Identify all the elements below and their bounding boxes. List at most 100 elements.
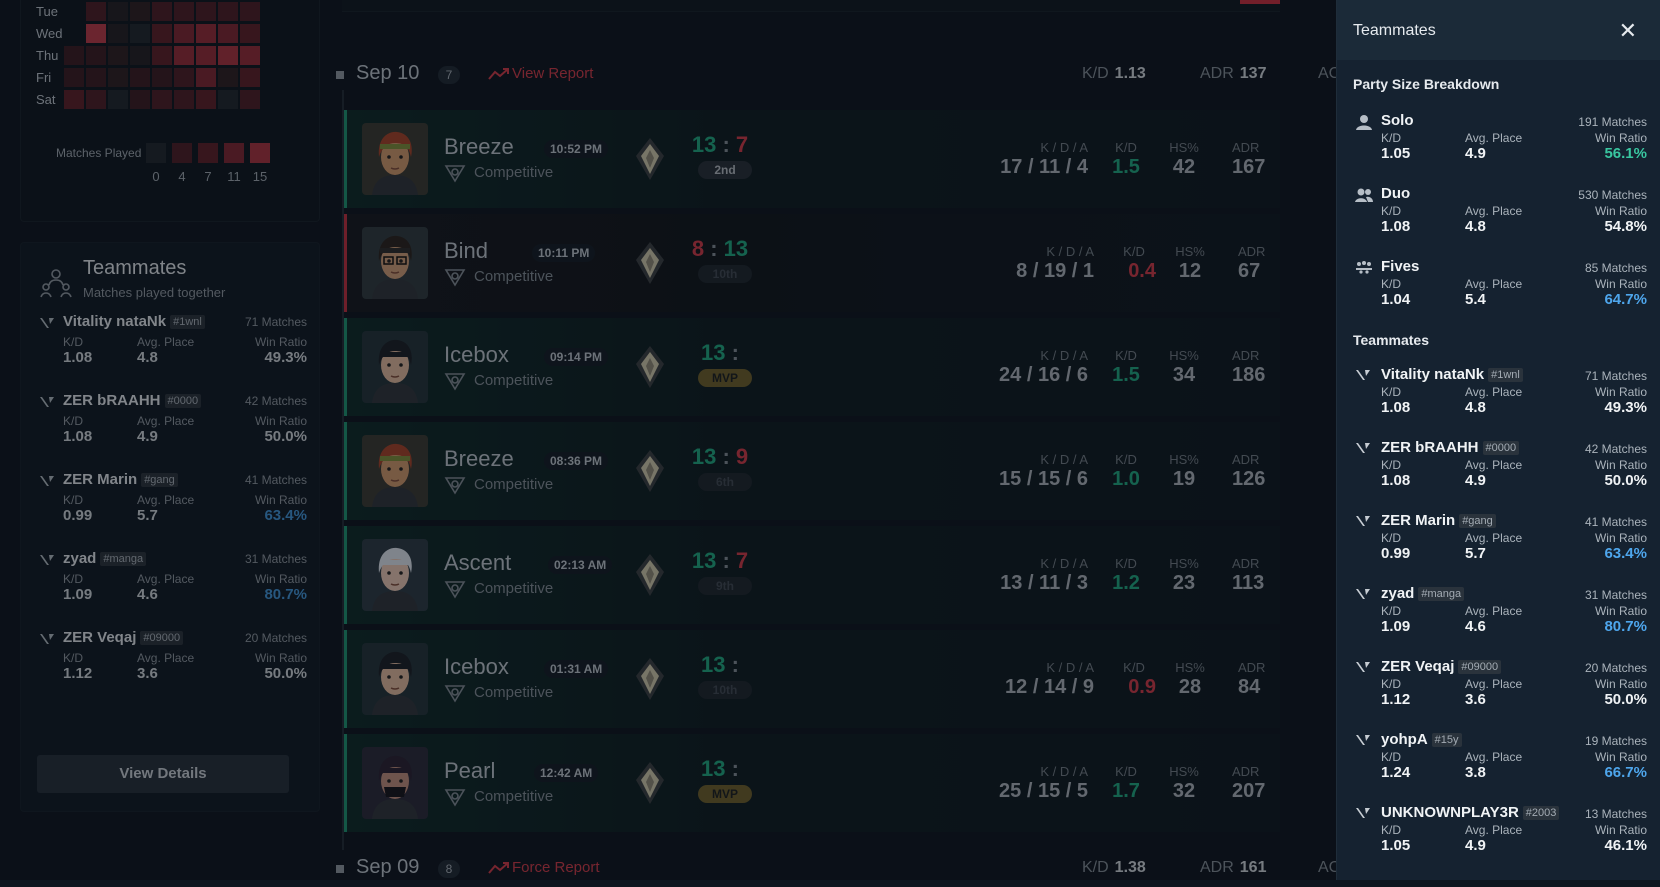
kd-label: K/D [1115,348,1137,363]
party-row-solo[interactable]: Solo 191 Matches K/D 1.05 Avg. Place 4.9 Win R… [1337,110,1660,180]
heatmap-cell[interactable] [86,24,106,43]
heatmap-cell[interactable] [130,90,150,109]
row-name[interactable]: Fives [1381,258,1419,275]
heatmap-cell[interactable] [152,46,172,65]
row-name[interactable]: ZER Veqaj #09000 [1381,658,1502,675]
heatmap-cell[interactable] [64,68,84,87]
heatmap-cell[interactable] [86,68,106,87]
heatmap-cell[interactable] [130,2,150,21]
heatmap-cell[interactable] [108,24,128,43]
kd-value: 1.12 [63,665,93,682]
teammate-row[interactable]: ZER Marin #gang 41 Matches K/D 0.99 Avg. Plac… [21,469,321,547]
teammate-row[interactable]: zyad #manga 31 Matches K/D 1.09 Avg. Place 4.6… [21,548,321,626]
heatmap-cell[interactable] [174,90,194,109]
heatmap-cell[interactable] [86,46,106,65]
heatmap-cell[interactable] [64,90,84,109]
match-card[interactable]: Icebox01:31 AMCompetitive13 : 1110thK / … [344,630,1280,728]
row-name[interactable]: ZER Marin #gang [1381,512,1496,529]
report-link[interactable]: Force Report [512,859,600,876]
adr-value: 186 [1232,364,1266,386]
heatmap-cell[interactable] [108,90,128,109]
match-card[interactable]: Breeze 10:52 PM Competitive 13 : 7 2nd K / D … [344,110,1280,208]
teammate-name[interactable]: ZER bRAAHH #0000 [63,392,202,409]
row-name-text: yohpA [1381,731,1428,748]
panel-teammate-row[interactable]: zyad #manga 31 Matches K/D 1.09 Avg. Place 4.6… [1337,583,1660,653]
heatmap-cell[interactable] [196,68,216,87]
heatmap-cell[interactable] [240,46,260,65]
heatmap-cell[interactable] [218,24,238,43]
heatmap-cell[interactable] [86,90,106,109]
teammate-name[interactable]: ZER Marin #gang [63,471,178,488]
win-ratio-value: 46.1% [1604,837,1647,854]
heatmap-cell[interactable] [152,2,172,21]
party-row-duo[interactable]: Duo 530 Matches K/D 1.08 Avg. Place 4.8 Win Ra… [1337,183,1660,253]
heatmap-cell[interactable] [130,68,150,87]
party-row-fives[interactable]: Fives 85 Matches K/D 1.04 Avg. Place 5.4 Win R… [1337,256,1660,326]
match-card[interactable]: Bind 10:11 PM Competitive 8 : 13 10th K / D /… [344,214,1280,312]
competitive-icon [444,787,466,807]
heatmap-cell[interactable] [130,46,150,65]
row-name[interactable]: Solo [1381,112,1414,129]
teammate-row[interactable]: ZER bRAAHH #0000 42 Matches K/D 1.08 Avg. Pla… [21,390,321,468]
view-details-button[interactable]: View Details [37,755,289,793]
match-card[interactable]: Icebox09:14 PMCompetitive13 : 11MVPK / D… [344,318,1280,416]
heatmap-cell[interactable] [152,90,172,109]
teammate-row[interactable]: Vitality nataNk #1wnl 71 Matches K/D 1.08 Avg… [21,311,321,389]
match-card[interactable]: Breeze 08:36 PM Competitive 13 : 9 6th K / D … [344,422,1280,520]
hs-value: 28 [1178,676,1202,698]
heatmap-cell[interactable] [174,68,194,87]
heatmap-cell[interactable] [108,46,128,65]
teammate-row[interactable]: ZER Veqaj #09000 20 Matches K/D 1.12 Avg. Pla… [21,627,321,705]
avg-place-value: 4.8 [137,349,158,366]
heatmap-cell[interactable] [130,24,150,43]
teammate-name[interactable]: zyad #manga [63,550,147,567]
heatmap-cell[interactable] [240,24,260,43]
panel-teammate-row[interactable]: UNKNOWNPLAY3R #2003 13 Matches K/D 1.05 Avg. … [1337,802,1660,872]
competitive-icon [444,683,466,703]
heatmap-cell[interactable] [218,46,238,65]
row-tag: #1wnl [1488,368,1523,382]
close-icon[interactable]: ✕ [1619,20,1637,42]
row-name[interactable]: zyad #manga [1381,585,1465,602]
heatmap-cell[interactable] [152,24,172,43]
heatmap-cell[interactable] [108,2,128,21]
win-ratio-value: 63.4% [1604,545,1647,562]
heatmap-cell[interactable] [174,46,194,65]
heatmap-cell[interactable] [240,90,260,109]
row-name[interactable]: yohpA #15y [1381,731,1462,748]
row-name[interactable]: Vitality nataNk #1wnl [1381,366,1523,383]
heatmap-cell[interactable] [196,46,216,65]
panel-teammate-row[interactable]: ZER bRAAHH #0000 42 Matches K/D 1.08 Avg. Pla… [1337,437,1660,507]
match-card[interactable]: Pearl12:42 AMCompetitive13 : 11MVPK / D … [344,734,1280,832]
heatmap-cell[interactable] [218,68,238,87]
row-name[interactable]: Duo [1381,185,1410,202]
heatmap-cell[interactable] [64,46,84,65]
timeline-bullet [336,865,344,873]
score-separator: : [716,444,736,469]
heatmap-cell[interactable] [240,68,260,87]
panel-title: Teammates [1353,22,1436,39]
teammate-name[interactable]: ZER Veqaj #09000 [63,629,184,646]
row-name[interactable]: UNKNOWNPLAY3R #2003 [1381,804,1560,821]
heatmap-cell[interactable] [218,90,238,109]
teammate-name[interactable]: Vitality nataNk #1wnl [63,313,205,330]
heatmap-cell[interactable] [174,24,194,43]
heatmap-cell[interactable] [108,68,128,87]
valorant-logo-icon [1355,733,1373,749]
row-name[interactable]: ZER bRAAHH #0000 [1381,439,1520,456]
heatmap-cell[interactable] [240,2,260,21]
match-card[interactable]: Ascent 02:13 AM Competitive 13 : 7 9th K / D … [344,526,1280,624]
panel-teammate-row[interactable]: yohpA #15y 19 Matches K/D 1.24 Avg. Place 3.8 W… [1337,729,1660,799]
heatmap-cell[interactable] [86,2,106,21]
heatmap-cell[interactable] [196,24,216,43]
heatmap-cell[interactable] [152,68,172,87]
panel-teammate-row[interactable]: ZER Veqaj #09000 20 Matches K/D 1.12 Avg. Pla… [1337,656,1660,726]
panel-teammate-row[interactable]: Vitality nataNk #1wnl 71 Matches K/D 1.08 Avg… [1337,364,1660,434]
adr-label: ADR [1238,244,1266,259]
heatmap-cell[interactable] [196,2,216,21]
heatmap-cell[interactable] [196,90,216,109]
heatmap-cell[interactable] [174,2,194,21]
heatmap-cell[interactable] [218,2,238,21]
panel-teammate-row[interactable]: ZER Marin #gang 41 Matches K/D 0.99 Avg. Plac… [1337,510,1660,580]
report-link[interactable]: View Report [512,65,593,82]
